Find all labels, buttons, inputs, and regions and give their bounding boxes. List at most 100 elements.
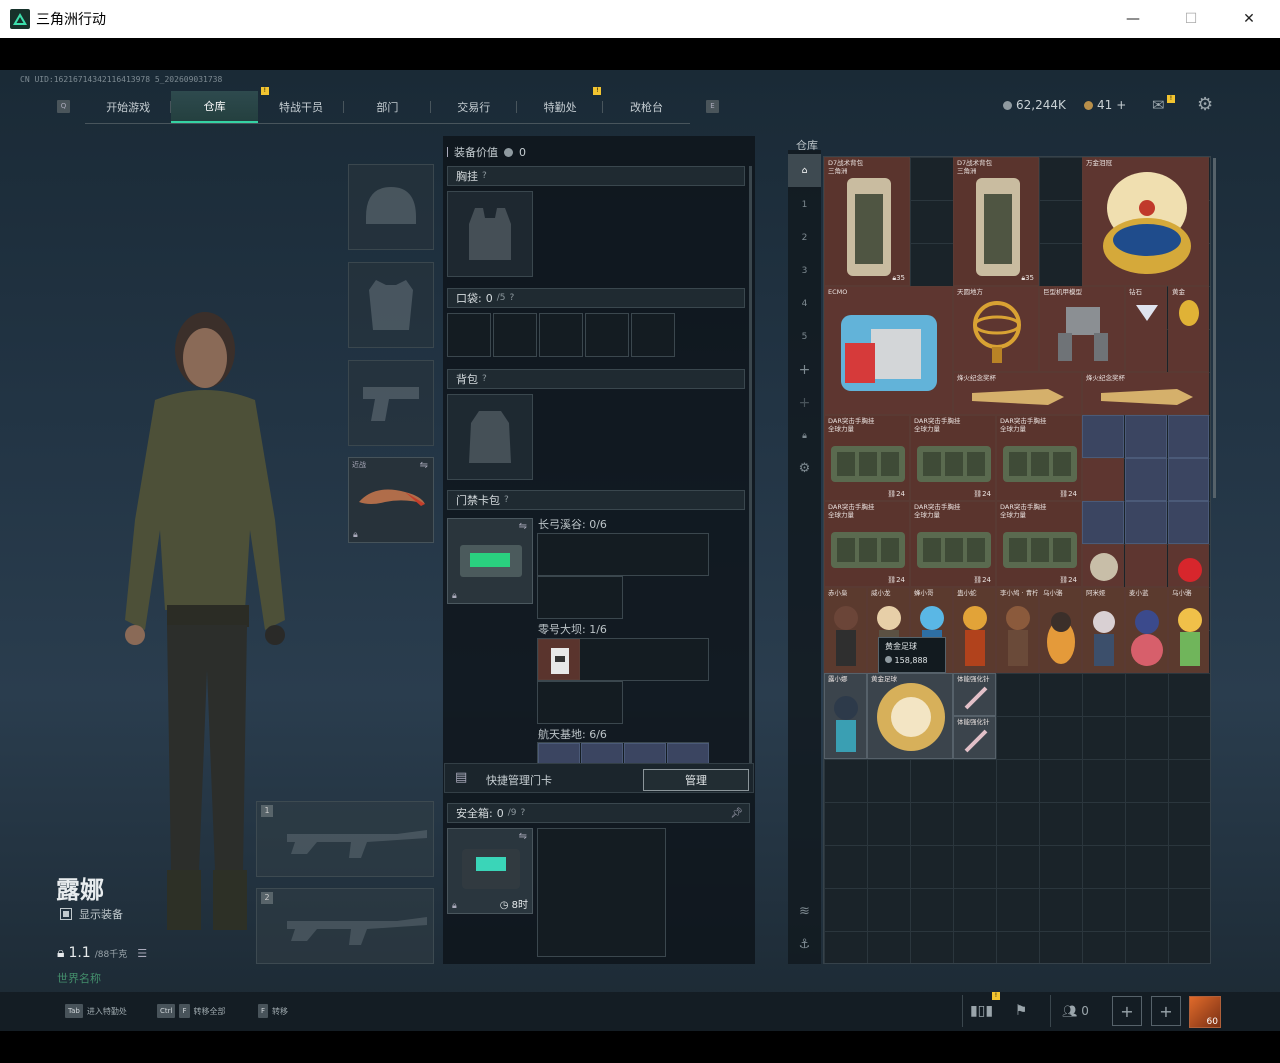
- warehouse-item-golden-egg[interactable]: 万金泪冠: [1082, 157, 1209, 286]
- anchor-icon[interactable]: ⚓︎: [788, 928, 821, 961]
- warehouse-item-keycard[interactable]: [1125, 458, 1167, 501]
- keycard-item[interactable]: [538, 743, 580, 764]
- nav-next-key[interactable]: E: [706, 100, 719, 113]
- lock-icon[interactable]: 🔒︎: [788, 419, 821, 452]
- primary-weapon-slot-1[interactable]: 1: [256, 801, 434, 877]
- backpack-slot[interactable]: [447, 394, 533, 480]
- close-button[interactable]: ✕: [1220, 0, 1278, 38]
- list-icon[interactable]: ☰: [137, 947, 147, 960]
- warehouse-item-golden-football[interactable]: 黄金足球: [867, 673, 953, 759]
- warehouse-item-figure[interactable]: 阿米娅: [1082, 587, 1125, 673]
- layers-icon[interactable]: ≋: [788, 895, 821, 928]
- footer-hint-transfer[interactable]: F 转移: [258, 1004, 288, 1018]
- primary-weapon-slot-2[interactable]: 2: [256, 888, 434, 964]
- warehouse-scrollbar[interactable]: [1213, 158, 1216, 498]
- warehouse-item-collectible[interactable]: [1082, 458, 1124, 501]
- keycard-grid[interactable]: [537, 681, 623, 724]
- melee-slot[interactable]: 近战 ⇋ 🔒︎: [348, 457, 434, 543]
- add-tab-button[interactable]: +: [788, 353, 821, 386]
- tab-department[interactable]: 部门: [344, 91, 431, 123]
- invite-button[interactable]: +: [1151, 996, 1181, 1026]
- token-balance[interactable]: 41 +: [1084, 98, 1126, 112]
- chest-rig-slot[interactable]: [447, 191, 533, 277]
- warehouse-item-d7-backpack[interactable]: D7战术背包 三角洲 🔒︎35: [824, 157, 910, 286]
- warehouse-item-keycard[interactable]: [1168, 458, 1209, 501]
- armor-slot[interactable]: [348, 262, 434, 348]
- flag-icon[interactable]: ⚑: [1002, 995, 1040, 1027]
- warehouse-item-apple[interactable]: [1168, 544, 1209, 587]
- pocket-slot[interactable]: [493, 313, 537, 357]
- warehouse-item-dar-chest-rig[interactable]: DAR突击手胸挂 全球力量 ⛓24: [824, 501, 910, 587]
- warehouse-item-keycard[interactable]: [1168, 501, 1209, 544]
- footer-hint-special-service[interactable]: Tab 进入特勤处: [65, 1004, 127, 1018]
- warehouse-item-keycard[interactable]: [1082, 501, 1124, 544]
- warehouse-item-figure[interactable]: 李小鸠 · 青柠: [996, 587, 1039, 673]
- warehouse-item-armillary[interactable]: 天圆地方: [953, 286, 1039, 372]
- warehouse-item-dar-chest-rig[interactable]: DAR突击手胸挂 全球力量 ⛓24: [996, 501, 1082, 587]
- show-equipment-toggle[interactable]: 显示装备: [60, 906, 123, 922]
- warehouse-item-stim[interactable]: 体能强化针: [953, 673, 996, 716]
- warehouse-item-moon-rock[interactable]: [1082, 544, 1124, 587]
- warehouse-item-figure[interactable]: 乌小骆: [1168, 587, 1209, 673]
- pocket-slot[interactable]: [447, 313, 491, 357]
- warehouse-item-keycard[interactable]: [1082, 415, 1124, 458]
- coin-balance[interactable]: 62,244K: [1003, 98, 1066, 112]
- warehouse-tab-all[interactable]: ⌂: [788, 154, 821, 187]
- keycard-grid[interactable]: [537, 576, 623, 619]
- safe-box-grid[interactable]: [537, 828, 666, 957]
- swap-icon[interactable]: ⇋: [420, 460, 428, 471]
- warehouse-item-collectible[interactable]: [1125, 544, 1167, 587]
- swap-icon[interactable]: ⇋: [519, 831, 527, 842]
- warehouse-tab-4[interactable]: 4: [788, 287, 821, 320]
- warehouse-item-keycard[interactable]: [1125, 501, 1167, 544]
- warehouse-item-dar-chest-rig[interactable]: DAR突击手胸挂 全球力量 ⛓24: [910, 415, 996, 501]
- tab-trade[interactable]: 交易行: [431, 91, 517, 123]
- warehouse-tab-1[interactable]: 1: [788, 188, 821, 221]
- add-tab-button[interactable]: +: [788, 386, 821, 419]
- warehouse-item-diamond[interactable]: 钻石: [1125, 286, 1167, 372]
- mail-icon[interactable]: ✉: [1152, 96, 1165, 114]
- warehouse-item-keycard[interactable]: [1168, 415, 1209, 458]
- settings-icon[interactable]: ⚙: [788, 452, 821, 485]
- pocket-slot[interactable]: [585, 313, 629, 357]
- tab-start-game[interactable]: 开始游戏: [85, 91, 172, 123]
- pocket-slot[interactable]: [539, 313, 583, 357]
- nav-prev-key[interactable]: Q: [57, 100, 70, 113]
- footer-hint-transfer-all[interactable]: Ctrl F 转移全部: [157, 1004, 226, 1018]
- safe-box-slot[interactable]: ⇋ 🔒︎ ◷ 8时: [447, 828, 533, 914]
- helmet-slot[interactable]: [348, 164, 434, 250]
- keycard-item[interactable]: [667, 743, 709, 764]
- keycard-item[interactable]: [624, 743, 666, 764]
- warehouse-item-dar-chest-rig[interactable]: DAR突击手胸挂 全球力量 ⛓24: [996, 415, 1082, 501]
- warehouse-item-dar-chest-rig[interactable]: DAR突击手胸挂 全球力量 ⛓24: [910, 501, 996, 587]
- squad-count[interactable]: 👥︎ 0: [1050, 995, 1100, 1027]
- checkbox[interactable]: [60, 908, 72, 920]
- tab-operators[interactable]: 特战干员!: [258, 87, 345, 123]
- loadout-scrollbar[interactable]: [749, 166, 752, 766]
- warehouse-tab-2[interactable]: 2: [788, 221, 821, 254]
- minimize-button[interactable]: —: [1104, 0, 1162, 38]
- pistol-slot[interactable]: [348, 360, 434, 446]
- manage-button[interactable]: 管理: [643, 769, 749, 791]
- settings-gear-icon[interactable]: ⚙: [1197, 94, 1213, 115]
- warehouse-item-dar-chest-rig[interactable]: DAR突击手胸挂 全球力量 ⛓24: [824, 415, 910, 501]
- keycard-case-slot[interactable]: ⇋ 🔒︎: [447, 518, 533, 604]
- player-avatar[interactable]: 60: [1189, 996, 1221, 1028]
- warehouse-tab-3[interactable]: 3: [788, 254, 821, 287]
- warehouse-item-ecmo[interactable]: ECMO: [824, 286, 953, 415]
- keycard-item[interactable]: [581, 743, 623, 764]
- keycard-item[interactable]: [538, 639, 580, 680]
- maximize-button[interactable]: ☐: [1162, 0, 1220, 38]
- warehouse-item-figure[interactable]: 麦小蓝: [1125, 587, 1168, 673]
- tab-special-service[interactable]: 特勤处: [517, 91, 604, 123]
- pocket-slot[interactable]: [631, 313, 675, 357]
- warehouse-item-figure[interactable]: 赤小枭: [824, 587, 867, 673]
- warehouse-item-trophy[interactable]: 烽火纪念奖杯: [953, 372, 1082, 415]
- warehouse-item-mech-model[interactable]: 巨型机甲模型: [1039, 286, 1125, 372]
- pin-icon[interactable]: 📌︎: [730, 808, 743, 819]
- tab-warehouse[interactable]: 仓库: [171, 91, 258, 123]
- invite-button[interactable]: +: [1112, 996, 1142, 1026]
- warehouse-item-trophy[interactable]: 烽火纪念奖杯: [1082, 372, 1209, 415]
- warehouse-item-figure[interactable]: 乌小骆: [1039, 587, 1082, 673]
- warehouse-item-gold[interactable]: 黄金: [1168, 286, 1209, 372]
